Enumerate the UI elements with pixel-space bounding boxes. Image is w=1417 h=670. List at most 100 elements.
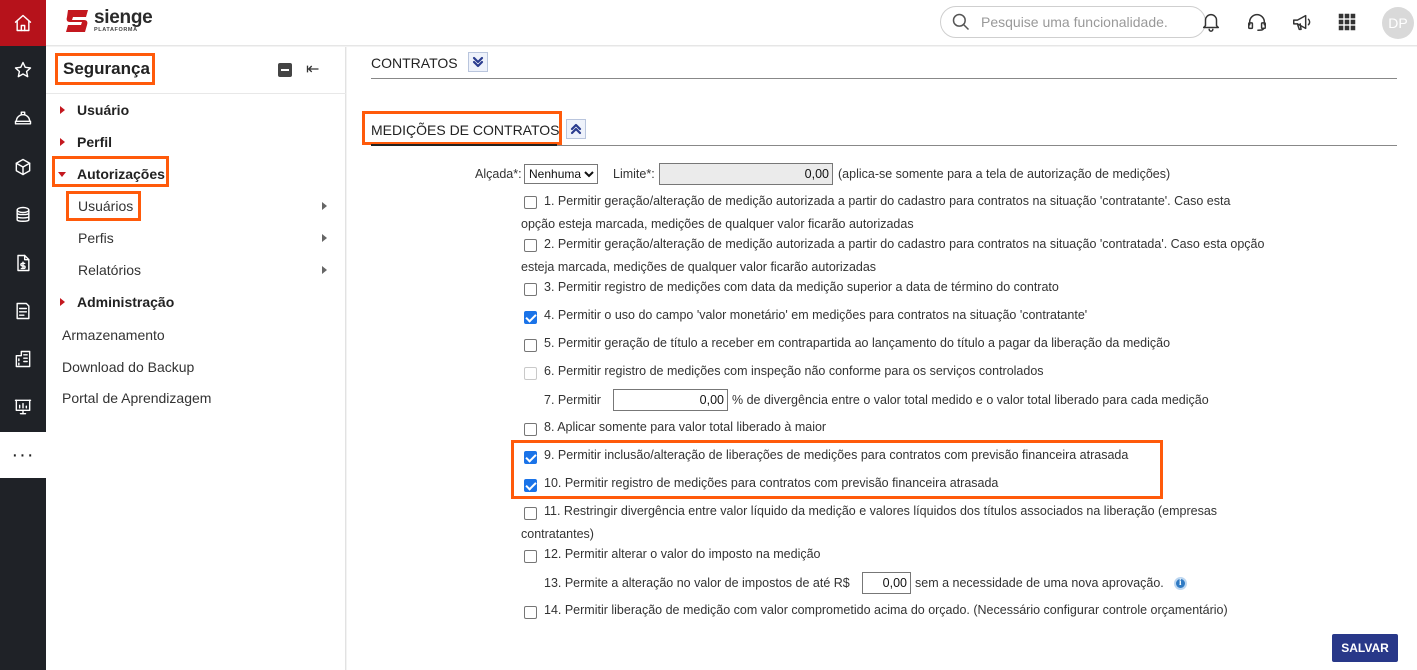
chevron-right-icon bbox=[322, 202, 327, 210]
sidebar-item-label: Armazenamento bbox=[62, 327, 165, 343]
sidebar: Segurança ⇤ Usuário Perfil Autorizações … bbox=[46, 47, 346, 670]
report-icon[interactable] bbox=[0, 288, 46, 334]
option-6-text: 6. Permitir registro de medições com ins… bbox=[544, 364, 1044, 378]
option-8-checkbox[interactable] bbox=[524, 423, 537, 436]
double-chevron-down-icon bbox=[472, 56, 484, 68]
section-title-medicoes: MEDIÇÕES DE CONTRATOS bbox=[371, 122, 560, 138]
option-2-checkbox[interactable] bbox=[524, 239, 537, 252]
sidebar-item-administracao[interactable]: Administração bbox=[46, 291, 346, 313]
sidebar-item-label: Perfis bbox=[78, 230, 114, 246]
main-content: CONTRATOS MEDIÇÕES DE CONTRATOS Alçada*:… bbox=[347, 47, 1417, 670]
sienge-logo[interactable]: sienge PLATAFORMA bbox=[64, 7, 153, 34]
coins-icon[interactable] bbox=[0, 192, 46, 238]
building-icon[interactable] bbox=[0, 336, 46, 382]
option-13-suffix: sem a necessidade de uma nova aprovação. bbox=[915, 576, 1164, 590]
option-3-checkbox[interactable] bbox=[524, 283, 537, 296]
apps-grid-icon[interactable] bbox=[1336, 11, 1358, 33]
caret-down-icon bbox=[58, 171, 66, 177]
alcada-label: Alçada*: bbox=[475, 167, 522, 181]
cube-icon[interactable] bbox=[0, 144, 46, 190]
sidebar-item-label: Perfil bbox=[77, 134, 113, 150]
alcada-select[interactable]: Nenhuma bbox=[524, 164, 598, 184]
option-4-checkbox[interactable] bbox=[524, 311, 537, 324]
sidebar-subitem-usuarios[interactable]: Usuários bbox=[46, 195, 346, 217]
limite-input[interactable] bbox=[659, 163, 833, 185]
app-rail: ··· bbox=[0, 0, 46, 670]
sidebar-item-usuario[interactable]: Usuário bbox=[46, 99, 346, 121]
top-bar: sienge PLATAFORMA DP bbox=[46, 0, 1417, 46]
option-5-checkbox[interactable] bbox=[524, 339, 537, 352]
option-6-checkbox bbox=[524, 367, 537, 380]
collapse-medicoes-button[interactable] bbox=[566, 119, 586, 139]
sidebar-item-label: Relatórios bbox=[78, 262, 142, 278]
helmet-icon[interactable] bbox=[0, 95, 46, 141]
option-5-text: 5. Permitir geração de título a receber … bbox=[544, 336, 1171, 350]
document-money-icon[interactable] bbox=[0, 240, 46, 286]
option-14-checkbox[interactable] bbox=[524, 606, 537, 619]
collapse-sidebar-icon[interactable]: ⇤ bbox=[306, 59, 319, 79]
option-4-text: 4. Permitir o uso do campo 'valor monetá… bbox=[544, 308, 1088, 322]
option-2-text: 2. Permitir geração/alteração de medição… bbox=[544, 237, 1265, 251]
user-avatar[interactable]: DP bbox=[1382, 7, 1414, 39]
sidebar-item-perfil[interactable]: Perfil bbox=[46, 131, 346, 153]
option-3-text: 3. Permitir registro de medições com dat… bbox=[544, 280, 1059, 294]
option-10-text: 10. Permitir registro de medições para c… bbox=[544, 476, 999, 490]
option-10-checkbox[interactable] bbox=[524, 479, 537, 492]
option-11-checkbox[interactable] bbox=[524, 507, 537, 520]
limite-label: Limite*: bbox=[613, 167, 655, 181]
sidebar-item-label: Usuários bbox=[78, 198, 134, 214]
search-input[interactable] bbox=[981, 14, 1191, 30]
star-icon[interactable] bbox=[0, 47, 46, 93]
sienge-logo-mark bbox=[66, 10, 88, 32]
save-button[interactable]: SALVAR bbox=[1332, 634, 1398, 662]
search-box[interactable] bbox=[940, 6, 1206, 38]
section-title-contratos: CONTRATOS bbox=[371, 55, 458, 71]
sidebar-item-label: Autorizações bbox=[77, 166, 165, 182]
sidebar-item-autorizacoes[interactable]: Autorizações bbox=[46, 163, 346, 185]
chevron-right-icon bbox=[322, 266, 327, 274]
bell-icon[interactable] bbox=[1200, 11, 1222, 33]
caret-right-icon bbox=[60, 106, 65, 114]
home-icon[interactable] bbox=[0, 0, 46, 46]
option-13-prefix: 13. Permite a alteração no valor de impo… bbox=[544, 576, 850, 590]
expand-contratos-button[interactable] bbox=[468, 52, 488, 72]
sidebar-item-label: Administração bbox=[77, 294, 175, 310]
option-1-text: 1. Permitir geração/alteração de medição… bbox=[544, 194, 1231, 208]
more-icon[interactable]: ··· bbox=[0, 432, 46, 478]
sidebar-subitem-relatorios[interactable]: Relatórios bbox=[46, 259, 346, 281]
collapse-all-icon[interactable] bbox=[278, 63, 292, 77]
sidebar-divider bbox=[46, 93, 346, 94]
sidebar-item-label: Usuário bbox=[77, 102, 130, 118]
section-active-underline bbox=[371, 144, 557, 146]
megaphone-icon[interactable] bbox=[1291, 11, 1313, 33]
double-chevron-up-icon bbox=[570, 123, 582, 135]
caret-right-icon bbox=[60, 298, 65, 306]
option-9-text: 9. Permitir inclusão/alteração de libera… bbox=[544, 448, 1129, 462]
sidebar-subitem-perfis[interactable]: Perfis bbox=[46, 227, 346, 249]
chevron-right-icon bbox=[322, 234, 327, 242]
sidebar-item-download-backup[interactable]: Download do Backup bbox=[46, 356, 346, 378]
section-divider bbox=[371, 78, 1397, 79]
headset-icon[interactable] bbox=[1246, 11, 1268, 33]
option-8-text: 8. Aplicar somente para valor total libe… bbox=[544, 420, 827, 434]
info-icon[interactable] bbox=[1174, 577, 1187, 590]
sidebar-title: Segurança bbox=[55, 53, 155, 85]
option-12-text: 12. Permitir alterar o valor do imposto … bbox=[544, 547, 821, 561]
option-11-text: 11. Restringir divergência entre valor l… bbox=[544, 504, 1218, 518]
logo-tagline: PLATAFORMA bbox=[94, 27, 138, 34]
option-12-checkbox[interactable] bbox=[524, 550, 537, 563]
sidebar-item-armazenamento[interactable]: Armazenamento bbox=[46, 324, 346, 346]
presentation-icon[interactable] bbox=[0, 384, 46, 430]
sidebar-item-portal-aprendizagem[interactable]: Portal de Aprendizagem bbox=[46, 387, 346, 409]
tax-value-input[interactable] bbox=[862, 572, 911, 594]
option-9-checkbox[interactable] bbox=[524, 451, 537, 464]
sidebar-item-label: Portal de Aprendizagem bbox=[62, 390, 212, 406]
search-icon bbox=[952, 13, 970, 31]
logo-name: sienge bbox=[94, 7, 153, 29]
option-14-text: 14. Permitir liberação de medição com va… bbox=[544, 603, 1228, 617]
limite-note: (aplica-se somente para a tela de autori… bbox=[838, 167, 1171, 181]
option-1-checkbox[interactable] bbox=[524, 196, 537, 209]
caret-right-icon bbox=[60, 138, 65, 146]
option-7-prefix: 7. Permitir bbox=[544, 393, 601, 407]
divergence-percent-input[interactable] bbox=[613, 389, 728, 411]
